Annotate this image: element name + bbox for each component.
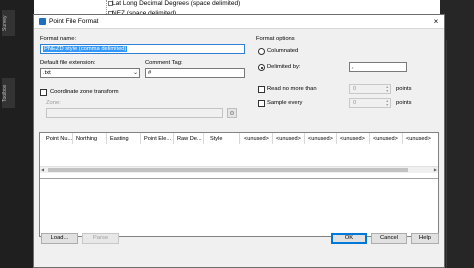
- column-preview-grid[interactable]: Point Nu... Northing Easting Point Ele..…: [39, 132, 439, 237]
- columnated-label: Columnated: [267, 48, 299, 54]
- globe-icon: [230, 111, 234, 115]
- column-header[interactable]: <unused>: [244, 136, 269, 142]
- sample-units-label: points: [396, 100, 412, 106]
- read-no-more-spinner: 0 ▲ ▼: [349, 84, 391, 94]
- load-button[interactable]: Load...: [41, 233, 78, 244]
- dialog-title: Point File Format: [49, 18, 99, 25]
- column-separator[interactable]: [203, 133, 204, 144]
- delimited-label: Delimited by:: [267, 64, 301, 70]
- zone-input: [46, 108, 223, 118]
- zone-label: Zone:: [46, 100, 61, 106]
- scrollbar-thumb[interactable]: [48, 168, 408, 172]
- delimiter-value: ,: [352, 64, 354, 70]
- sample-every-value: 0: [353, 100, 357, 106]
- delimited-radio[interactable]: [258, 64, 265, 71]
- column-header[interactable]: <unused>: [340, 136, 365, 142]
- column-separator[interactable]: [106, 133, 107, 144]
- column-separator[interactable]: [173, 133, 174, 144]
- format-name-value: PNEZD style (comma delimited): [43, 46, 128, 52]
- column-separator[interactable]: [72, 133, 73, 144]
- dialog-titlebar[interactable]: Point File Format ×: [34, 15, 444, 29]
- read-units-label: points: [396, 86, 412, 92]
- column-separator[interactable]: [140, 133, 141, 144]
- comment-tag-input[interactable]: #: [145, 68, 245, 78]
- parse-button: Parse: [82, 233, 119, 244]
- tree-item-lat-long[interactable]: Lat Long Decimal Degrees (space delimite…: [112, 0, 240, 7]
- read-no-more-label: Read no more than: [267, 86, 317, 92]
- read-no-more-value: 0: [353, 86, 357, 92]
- scroll-left-icon[interactable]: ◀: [41, 167, 44, 173]
- survey-tab[interactable]: Survey: [2, 10, 15, 36]
- panel-divider: [446, 40, 447, 268]
- read-no-more-checkbox[interactable]: [258, 86, 265, 93]
- column-header[interactable]: Raw De...: [177, 136, 202, 142]
- format-options-title: Format options: [256, 36, 295, 42]
- extension-value: .txt: [43, 70, 51, 76]
- toolbox-tab[interactable]: Toolbox: [2, 78, 15, 108]
- column-separator[interactable]: [239, 133, 240, 144]
- comment-tag-value: #: [148, 70, 152, 76]
- column-header[interactable]: <unused>: [406, 136, 431, 142]
- column-header[interactable]: <unused>: [308, 136, 333, 142]
- point-file-format-dialog: Point File Format × Format name: PNEZD s…: [33, 14, 445, 268]
- app-right-panel: [440, 0, 474, 268]
- column-header[interactable]: Point Nu...: [46, 136, 72, 142]
- column-header[interactable]: Easting: [110, 136, 129, 142]
- extension-combobox[interactable]: .txt ⌄: [40, 68, 140, 78]
- horizontal-scrollbar[interactable]: ◀ ▶: [40, 166, 438, 173]
- coordinate-zone-checkbox[interactable]: [40, 89, 47, 96]
- chevron-down-icon: ⌄: [132, 70, 138, 76]
- cancel-button[interactable]: Cancel: [371, 233, 407, 244]
- column-header[interactable]: <unused>: [276, 136, 301, 142]
- zone-browse-button: [227, 108, 237, 118]
- column-separator[interactable]: [272, 133, 273, 144]
- format-name-label: Format name:: [40, 36, 77, 42]
- column-separator[interactable]: [402, 133, 403, 144]
- ok-button[interactable]: OK: [331, 233, 367, 244]
- format-name-input[interactable]: PNEZD style (comma delimited): [40, 44, 245, 54]
- columnated-radio[interactable]: [258, 48, 265, 55]
- column-separator[interactable]: [336, 133, 337, 144]
- file-preview-area[interactable]: [40, 178, 438, 236]
- column-separator[interactable]: [304, 133, 305, 144]
- sample-every-spinner: 0 ▲ ▼: [349, 98, 391, 108]
- column-separator[interactable]: [369, 133, 370, 144]
- delimiter-input[interactable]: ,: [349, 62, 407, 72]
- close-icon[interactable]: ×: [431, 17, 441, 27]
- coordinate-zone-label: Coordinate zone transform: [50, 89, 119, 95]
- column-header[interactable]: Style: [210, 136, 222, 142]
- spinner-arrows-icon: ▲ ▼: [385, 99, 389, 107]
- help-button[interactable]: Help: [411, 233, 439, 244]
- app-icon: [39, 18, 46, 25]
- sample-every-label: Sample every: [267, 100, 303, 106]
- extension-label: Default file extension:: [40, 60, 96, 66]
- scroll-right-icon[interactable]: ▶: [434, 167, 437, 173]
- column-header[interactable]: <unused>: [373, 136, 398, 142]
- sample-every-checkbox[interactable]: [258, 100, 265, 107]
- column-header[interactable]: Northing: [76, 136, 97, 142]
- column-header[interactable]: Point Ele...: [144, 136, 171, 142]
- spinner-arrows-icon: ▲ ▼: [385, 85, 389, 93]
- comment-tag-label: Comment Tag:: [145, 60, 183, 66]
- app-side-panel: Survey Toolbox: [0, 0, 34, 268]
